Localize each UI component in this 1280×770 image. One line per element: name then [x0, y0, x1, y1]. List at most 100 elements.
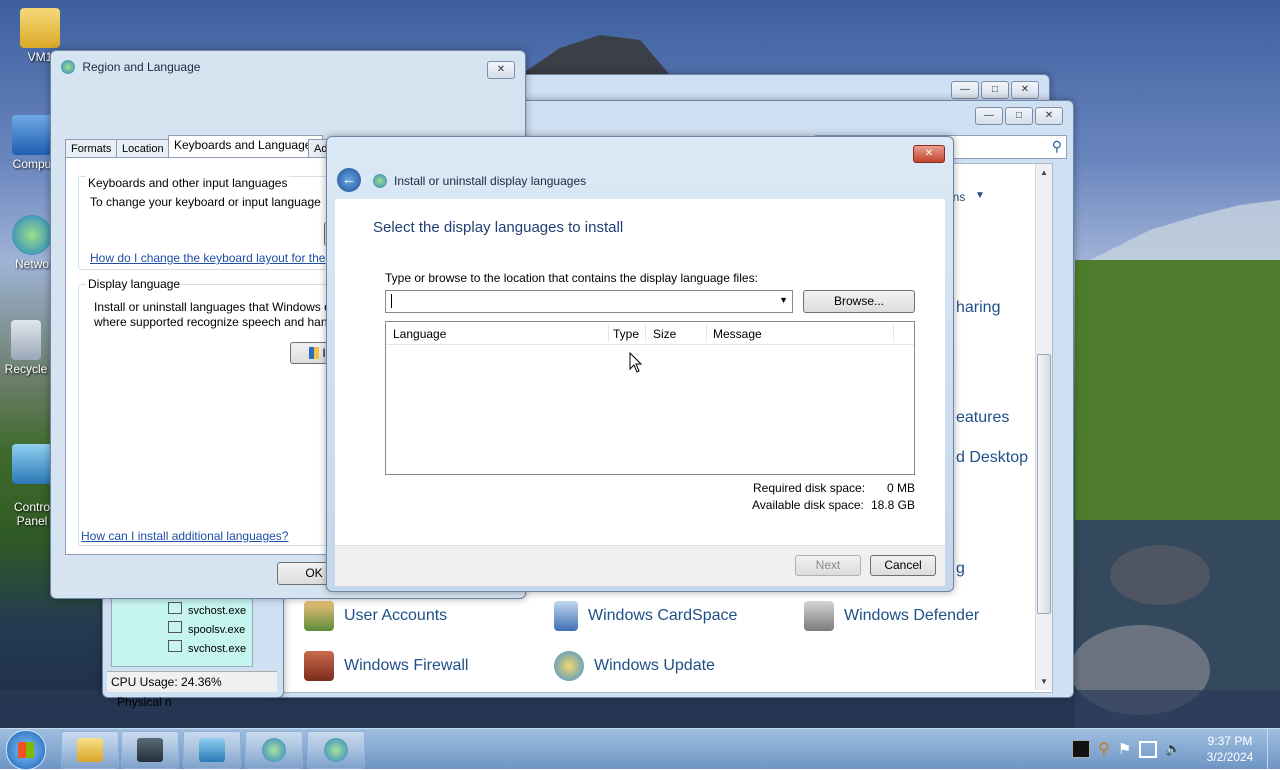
- column-divider: [893, 324, 894, 342]
- computer-icon: [12, 115, 52, 155]
- network-icon: [12, 215, 52, 255]
- dialog-body: Select the display languages to install …: [335, 199, 945, 545]
- column-header-type[interactable]: Type: [613, 327, 639, 341]
- folder-user-icon: [20, 8, 60, 48]
- task-manager-window[interactable]: svchost.exe spoolsv.exe svchost.exe CPU …: [102, 590, 284, 709]
- dialog-title-bar: Region and Language: [61, 60, 200, 74]
- taskbar-control-panel[interactable]: [183, 731, 241, 769]
- minimize-button[interactable]: —: [951, 81, 979, 99]
- keyboards-description: To change your keyboard or input languag…: [90, 195, 321, 209]
- cp-item-windows-update[interactable]: Windows Update: [554, 651, 715, 681]
- folder-icon: [77, 738, 103, 762]
- system-tray: ⚲ ⚑ 🔈: [1072, 739, 1181, 759]
- keyboard-layout-help-link[interactable]: How do I change the keyboard layout for …: [90, 251, 325, 265]
- minimize-button[interactable]: —: [975, 107, 1003, 125]
- taskbar-clock-language[interactable]: [245, 731, 303, 769]
- available-space-label: Available disk space:: [752, 498, 864, 512]
- process-list: svchost.exe spoolsv.exe svchost.exe: [111, 597, 253, 667]
- process-icon: [168, 621, 182, 633]
- install-languages-dialog[interactable]: ✕ ← Install or uninstall display languag…: [326, 136, 954, 592]
- control-panel-icon: [12, 444, 52, 484]
- scroll-up-arrow[interactable]: ▲: [1036, 168, 1052, 177]
- close-button[interactable]: ✕: [1035, 107, 1063, 125]
- cancel-button[interactable]: Cancel: [870, 555, 936, 576]
- tab-formats[interactable]: Formats: [65, 139, 118, 158]
- process-icon: [168, 640, 182, 652]
- dialog-title: Install or uninstall display languages: [394, 174, 587, 188]
- cpu-usage-label: CPU Usage: 24.36%: [111, 675, 222, 689]
- language-list[interactable]: Language Type Size Message: [385, 321, 915, 475]
- control-panel-icon: [199, 738, 225, 762]
- display-language-description-1: Install or uninstall languages that Wind…: [94, 300, 331, 314]
- chevron-down-icon[interactable]: ▼: [779, 295, 788, 305]
- process-icon: [168, 602, 182, 614]
- terminal-icon[interactable]: [1072, 740, 1090, 758]
- network-icon[interactable]: [1139, 740, 1158, 758]
- show-desktop-button[interactable]: [1267, 729, 1280, 769]
- clock-date: 3/2/2024: [1206, 750, 1254, 764]
- column-header-message[interactable]: Message: [713, 327, 762, 341]
- taskbar-explorer[interactable]: [61, 731, 119, 769]
- status-bar: CPU Usage: 24.36% Physical n: [107, 671, 277, 709]
- firewall-icon: [304, 651, 334, 681]
- text-cursor: [391, 294, 392, 308]
- cp-item-windows-defender[interactable]: Windows Defender: [804, 601, 979, 631]
- scrollbar-thumb[interactable]: [1037, 354, 1051, 614]
- cp-item-partial-sharing[interactable]: haring: [956, 299, 1000, 317]
- taskbar-region-language[interactable]: [307, 731, 365, 769]
- cp-item-windows-cardspace[interactable]: Windows CardSpace: [554, 601, 737, 631]
- display-language-group-title: Display language: [86, 277, 183, 291]
- install-additional-languages-link[interactable]: How can I install additional languages?: [81, 529, 288, 543]
- cp-item-partial-desktop[interactable]: d Desktop: [956, 449, 1028, 467]
- taskbar-task-manager[interactable]: [121, 731, 179, 769]
- maximize-button[interactable]: □: [1005, 107, 1033, 125]
- tab-keyboards-and-languages[interactable]: Keyboards and Languages: [168, 135, 324, 158]
- taskbar: ⚲ ⚑ 🔈 9:37 PM 3/2/2024: [0, 728, 1280, 770]
- cp-item-partial-features[interactable]: eatures: [956, 409, 1009, 427]
- process-row[interactable]: spoolsv.exe: [168, 621, 245, 636]
- search-icon[interactable]: ⚲: [1098, 739, 1110, 759]
- column-divider: [608, 324, 609, 342]
- globe-icon: [324, 738, 348, 762]
- clock-globe-icon: [262, 738, 286, 762]
- vertical-scrollbar[interactable]: ▲ ▼: [1035, 164, 1052, 690]
- close-button[interactable]: ✕: [1011, 81, 1039, 99]
- globe-icon: [373, 174, 387, 188]
- process-row[interactable]: svchost.exe: [168, 640, 246, 655]
- location-label: Type or browse to the location that cont…: [385, 271, 758, 285]
- clock[interactable]: 9:37 PM 3/2/2024: [1196, 733, 1264, 765]
- mouse-pointer-icon: [629, 352, 643, 373]
- defender-icon: [804, 601, 834, 631]
- chevron-down-icon: ▼: [975, 190, 985, 201]
- cp-item-user-accounts[interactable]: User Accounts: [304, 601, 447, 631]
- column-header-size[interactable]: Size: [653, 327, 676, 341]
- maximize-button[interactable]: □: [981, 81, 1009, 99]
- list-header: Language Type Size Message: [386, 322, 914, 345]
- uac-shield-icon: [309, 347, 319, 359]
- volume-muted-icon[interactable]: 🔈: [1165, 741, 1181, 757]
- location-combobox[interactable]: ▼: [385, 290, 793, 313]
- column-header-language[interactable]: Language: [393, 327, 446, 341]
- keyboards-group-title: Keyboards and other input languages: [86, 176, 290, 190]
- tab-location[interactable]: Location: [116, 139, 170, 158]
- user-accounts-icon: [304, 601, 334, 631]
- process-row[interactable]: svchost.exe: [168, 602, 246, 617]
- page-heading: Select the display languages to install: [373, 219, 624, 236]
- cp-item-partial[interactable]: g: [956, 560, 965, 578]
- physical-memory-label: Physical n: [117, 695, 172, 709]
- search-icon[interactable]: ⚲: [1052, 138, 1062, 155]
- recycle-bin-icon: [11, 320, 41, 360]
- next-button[interactable]: Next: [795, 555, 861, 576]
- column-divider: [706, 324, 707, 342]
- cardspace-icon: [554, 601, 578, 631]
- required-space-label: Required disk space:: [753, 481, 866, 495]
- start-button[interactable]: [6, 730, 46, 770]
- available-space-value: 18.8 GB: [870, 498, 915, 512]
- action-center-flag-icon[interactable]: ⚑: [1118, 740, 1131, 758]
- close-button[interactable]: ✕: [487, 61, 515, 79]
- close-button[interactable]: ✕: [913, 145, 945, 163]
- back-button[interactable]: ←: [337, 168, 361, 192]
- cp-item-windows-firewall[interactable]: Windows Firewall: [304, 651, 468, 681]
- scroll-down-arrow[interactable]: ▼: [1036, 677, 1052, 686]
- browse-button[interactable]: Browse...: [803, 290, 915, 313]
